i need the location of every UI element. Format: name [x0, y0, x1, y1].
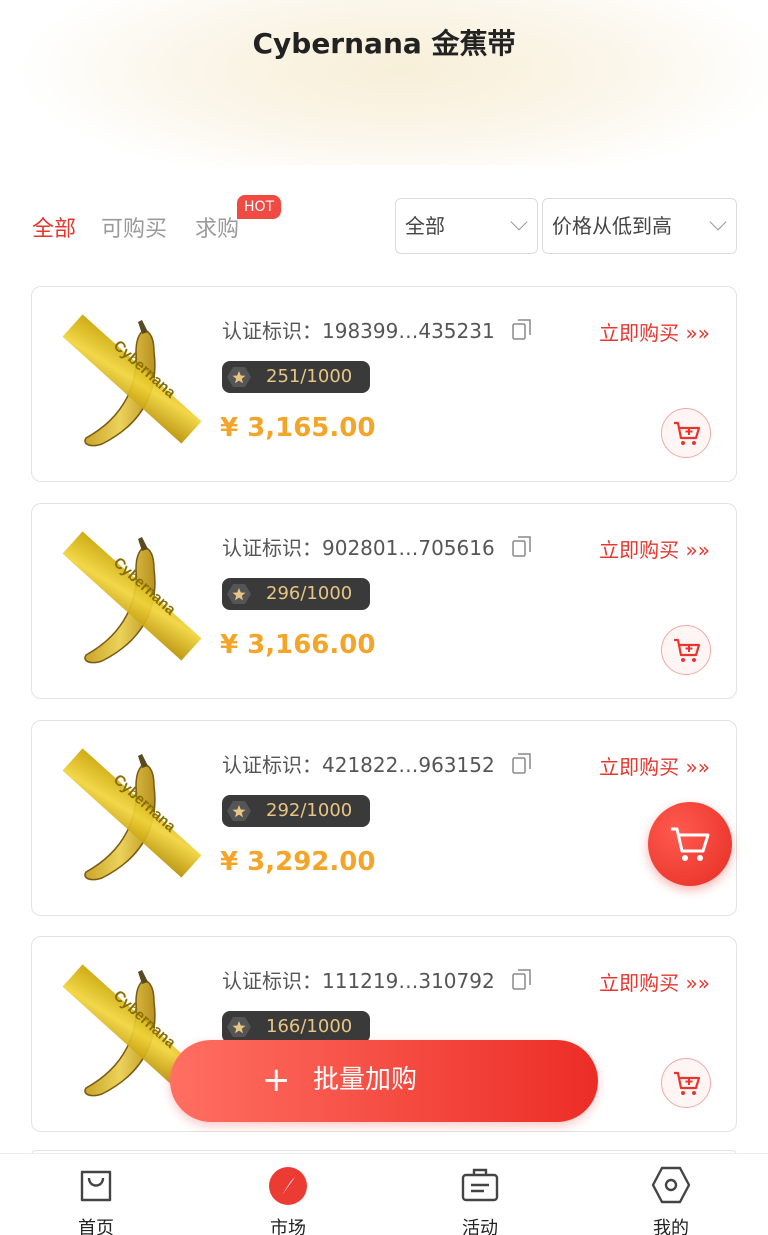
copy-icon[interactable] [512, 536, 532, 558]
add-to-cart-button[interactable] [661, 408, 711, 458]
filter-bar: 全部 可购买 求购 HOT 全部 价格从低到高 [0, 195, 768, 257]
cert-label: 认证标识： [222, 969, 322, 993]
cart-icon [671, 827, 710, 861]
chevrons-right-icon: »» [685, 538, 710, 562]
listing-card[interactable]: Cybernana 认证标识：198399…435231 251/1000 ¥ … [31, 286, 737, 482]
cert-label: 认证标识： [222, 319, 322, 343]
tab-wanted[interactable]: 求购 [195, 211, 239, 243]
chevrons-right-icon: »» [685, 971, 710, 995]
buy-now-link[interactable]: 立即购买 »» [599, 751, 710, 780]
cert-info: 认证标识：198399…435231 [222, 315, 495, 344]
cert-label: 认证标识： [222, 753, 322, 777]
cert-info: 认证标识：902801…705616 [222, 532, 495, 561]
bag-icon [80, 1170, 112, 1202]
hexagon-icon [651, 1166, 691, 1204]
star-badge-icon [227, 801, 251, 821]
cart-plus-icon [674, 638, 701, 662]
price: ¥ 3,165.00 [220, 413, 376, 443]
edition-badge: 166/1000 [222, 1011, 370, 1043]
chevrons-right-icon: »» [685, 321, 710, 345]
buy-now-link[interactable]: 立即购买 »» [599, 317, 710, 346]
edition-badge: 251/1000 [222, 361, 370, 393]
buy-now-link[interactable]: 立即购买 »» [599, 534, 710, 563]
buy-now-label: 立即购买 [599, 321, 680, 345]
cart-plus-icon [674, 421, 701, 445]
cert-label: 认证标识： [222, 536, 322, 560]
hot-badge: HOT [237, 195, 282, 219]
banana-artwork: Cybernana [62, 747, 202, 881]
chevron-down-icon [510, 213, 528, 231]
bottom-nav: 首页 市场 活动 我的 [0, 1153, 768, 1235]
category-select[interactable]: 全部 [395, 198, 538, 254]
edition-badge: 292/1000 [222, 795, 370, 827]
add-to-cart-button[interactable] [661, 1058, 711, 1108]
sort-select-value: 价格从低到高 [552, 214, 672, 238]
star-badge-icon [227, 1017, 251, 1037]
edition-number: 296/1000 [266, 583, 353, 604]
listing-card[interactable]: Cybernana 认证标识：421822…963152 292/1000 ¥ … [31, 720, 737, 916]
add-to-cart-button[interactable] [661, 625, 711, 675]
nav-activity[interactable]: 活动 [430, 1154, 530, 1235]
batch-add-button[interactable]: + 批量加购 [170, 1040, 598, 1122]
price: ¥ 3,166.00 [220, 630, 376, 660]
buy-now-label: 立即购买 [599, 755, 680, 779]
sort-select[interactable]: 价格从低到高 [542, 198, 737, 254]
copy-icon[interactable] [512, 969, 532, 991]
cert-id: 111219…310792 [322, 969, 495, 993]
copy-icon[interactable] [512, 753, 532, 775]
header-banner: Cybernana 金蕉带 [0, 0, 768, 165]
cert-id: 198399…435231 [322, 319, 495, 343]
nav-home-label: 首页 [78, 1218, 114, 1235]
batch-add-label: 批量加购 [313, 1065, 418, 1095]
cert-id: 421822…963152 [322, 753, 495, 777]
chevrons-right-icon: »» [685, 755, 710, 779]
briefcase-icon [461, 1168, 499, 1202]
chevron-down-icon [709, 213, 727, 231]
page-title: Cybernana 金蕉带 [252, 27, 516, 60]
cert-info: 认证标识：111219…310792 [222, 965, 495, 994]
edition-number: 251/1000 [266, 366, 353, 387]
buy-now-link[interactable]: 立即购买 »» [599, 967, 710, 996]
nav-profile-label: 我的 [653, 1218, 689, 1235]
nav-activity-label: 活动 [462, 1218, 498, 1235]
banana-artwork: Cybernana [62, 313, 202, 447]
nav-home[interactable]: 首页 [46, 1154, 146, 1235]
star-badge-icon [227, 367, 251, 387]
category-select-value: 全部 [405, 214, 445, 238]
floating-cart-button[interactable] [648, 802, 732, 886]
nav-profile[interactable]: 我的 [621, 1154, 721, 1235]
cert-id: 902801…705616 [322, 536, 495, 560]
tab-available[interactable]: 可购买 [101, 211, 167, 243]
edition-number: 166/1000 [266, 1016, 353, 1037]
banana-artwork: Cybernana [62, 530, 202, 664]
cert-info: 认证标识：421822…963152 [222, 749, 495, 778]
compass-icon [269, 1167, 307, 1205]
nav-market-label: 市场 [270, 1218, 306, 1235]
edition-badge: 296/1000 [222, 578, 370, 610]
buy-now-label: 立即购买 [599, 538, 680, 562]
tab-all[interactable]: 全部 [32, 211, 76, 243]
copy-icon[interactable] [512, 319, 532, 341]
cart-plus-icon [674, 1071, 701, 1095]
listing-card[interactable]: Cybernana 认证标识：902801…705616 296/1000 ¥ … [31, 503, 737, 699]
plus-icon: + [262, 1060, 291, 1100]
nav-market[interactable]: 市场 [238, 1154, 338, 1235]
price: ¥ 3,292.00 [220, 847, 376, 877]
buy-now-label: 立即购买 [599, 971, 680, 995]
star-badge-icon [227, 584, 251, 604]
edition-number: 292/1000 [266, 800, 353, 821]
